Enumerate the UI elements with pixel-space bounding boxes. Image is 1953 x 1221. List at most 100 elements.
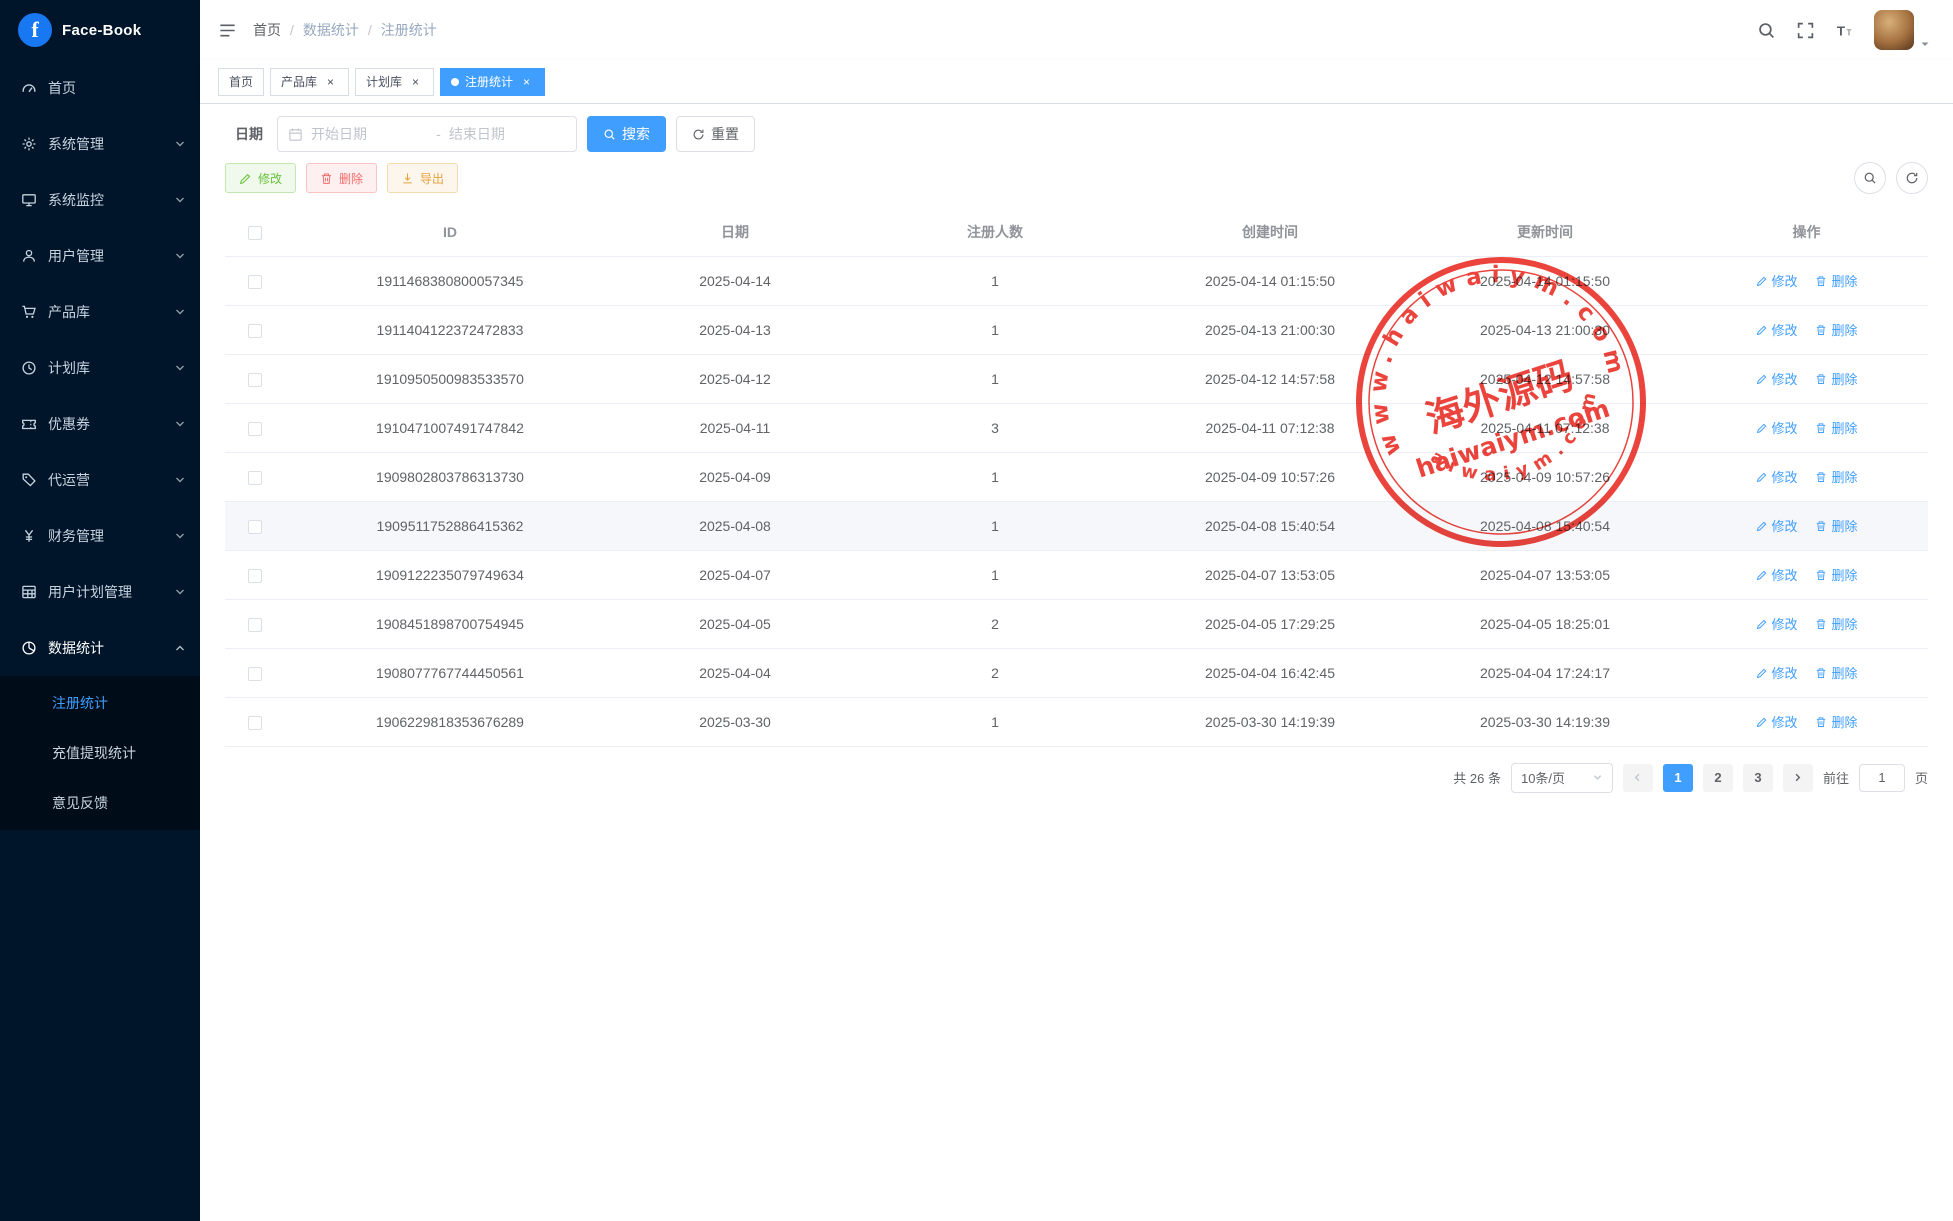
end-date-input[interactable]: [449, 126, 566, 142]
cell-created: 2025-04-05 17:29:25: [1135, 599, 1405, 648]
sidebar-item-data-statistics[interactable]: 数据统计: [0, 620, 200, 676]
row-delete-link[interactable]: 删除: [1815, 712, 1857, 731]
row-edit-label: 修改: [1772, 418, 1798, 437]
breadcrumb-section[interactable]: 数据统计: [303, 20, 359, 40]
row-edit-link[interactable]: 修改: [1756, 467, 1798, 486]
page-size-select[interactable]: 10条/页: [1511, 763, 1613, 793]
sidebar-item-label: 用户计划管理: [48, 582, 163, 602]
sidebar-item-user-management[interactable]: 用户管理: [0, 228, 200, 284]
row-delete-link[interactable]: 删除: [1815, 565, 1857, 584]
cell-date: 2025-04-12: [615, 354, 855, 403]
row-edit-link[interactable]: 修改: [1756, 369, 1798, 388]
sidebar-item-system-monitor[interactable]: 系统监控: [0, 172, 200, 228]
row-delete-link[interactable]: 删除: [1815, 369, 1857, 388]
search-button[interactable]: 搜索: [587, 116, 666, 152]
sidebar-subitem-feedback[interactable]: 意见反馈: [0, 778, 200, 828]
refresh-icon: [1905, 171, 1919, 185]
row-edit-link[interactable]: 修改: [1756, 663, 1798, 682]
row-checkbox[interactable]: [248, 471, 262, 485]
row-checkbox[interactable]: [248, 422, 262, 436]
row-checkbox[interactable]: [248, 618, 262, 632]
breadcrumb-separator: /: [368, 22, 372, 38]
table-header: ID 日期 注册人数 创建时间 更新时间 操作: [225, 208, 1928, 256]
row-edit-link[interactable]: 修改: [1756, 712, 1798, 731]
pagination-total: 共 26 条: [1453, 768, 1501, 787]
sidebar-item-user-plan-management[interactable]: 用户计划管理: [0, 564, 200, 620]
delete-button[interactable]: 删除: [306, 163, 377, 193]
sidebar-item-plan-library[interactable]: 计划库: [0, 340, 200, 396]
page-button-2[interactable]: 2: [1703, 764, 1733, 792]
table-header-row: ID 日期 注册人数 创建时间 更新时间 操作: [225, 208, 1928, 256]
reset-button[interactable]: 重置: [676, 116, 755, 152]
hamburger-menu-button[interactable]: [218, 21, 237, 40]
header-search-button[interactable]: [1757, 21, 1776, 40]
cell-select: [225, 305, 285, 354]
cell-select: [225, 452, 285, 501]
row-checkbox[interactable]: [248, 520, 262, 534]
row-edit-link[interactable]: 修改: [1756, 516, 1798, 535]
page-button-1[interactable]: 1: [1663, 764, 1693, 792]
row-checkbox[interactable]: [248, 373, 262, 387]
close-icon[interactable]: ×: [323, 74, 338, 89]
sidebar-item-agency-operation[interactable]: 代运营: [0, 452, 200, 508]
breadcrumb-home[interactable]: 首页: [253, 20, 281, 40]
cell-count: 1: [855, 354, 1135, 403]
sidebar-item-coupons[interactable]: 优惠券: [0, 396, 200, 452]
user-menu[interactable]: [1874, 10, 1931, 50]
sidebar-item-label: 系统管理: [48, 134, 163, 154]
next-page-button[interactable]: [1783, 764, 1813, 792]
sidebar-item-home[interactable]: 首页: [0, 60, 200, 116]
sidebar-subitem-registration-stats[interactable]: 注册统计: [0, 678, 200, 728]
row-checkbox[interactable]: [248, 569, 262, 583]
header-actions: [1757, 10, 1931, 50]
prev-page-button[interactable]: [1623, 764, 1653, 792]
cell-created: 2025-04-12 14:57:58: [1135, 354, 1405, 403]
row-checkbox[interactable]: [248, 275, 262, 289]
table-body: 1911468380800057345 2025-04-14 1 2025-04…: [225, 256, 1928, 746]
goto-page-input[interactable]: [1859, 764, 1905, 792]
row-delete-link[interactable]: 删除: [1815, 271, 1857, 290]
date-range-picker[interactable]: -: [277, 116, 577, 152]
row-delete-label: 删除: [1831, 418, 1857, 437]
sidebar-subitem-label: 意见反馈: [52, 793, 108, 813]
row-checkbox[interactable]: [248, 667, 262, 681]
start-date-input[interactable]: [311, 126, 428, 142]
row-delete-link[interactable]: 删除: [1815, 467, 1857, 486]
tab-registration-stats[interactable]: 注册统计 ×: [440, 68, 545, 96]
row-delete-link[interactable]: 删除: [1815, 516, 1857, 535]
sidebar-subitem-recharge-withdraw-stats[interactable]: 充值提现统计: [0, 728, 200, 778]
table-row: 1909511752886415362 2025-04-08 1 2025-04…: [225, 501, 1928, 550]
page-button-3[interactable]: 3: [1743, 764, 1773, 792]
row-checkbox[interactable]: [248, 324, 262, 338]
tab-home[interactable]: 首页: [218, 68, 264, 96]
goto-suffix: 页: [1915, 768, 1928, 787]
export-button[interactable]: 导出: [387, 163, 458, 193]
sidebar-item-product-library[interactable]: 产品库: [0, 284, 200, 340]
select-all-checkbox[interactable]: [248, 226, 262, 240]
font-size-button[interactable]: [1835, 21, 1854, 40]
row-delete-link[interactable]: 删除: [1815, 320, 1857, 339]
row-edit-link[interactable]: 修改: [1756, 271, 1798, 290]
row-delete-link[interactable]: 删除: [1815, 663, 1857, 682]
toggle-search-button[interactable]: [1854, 162, 1886, 194]
row-edit-link[interactable]: 修改: [1756, 320, 1798, 339]
close-icon[interactable]: ×: [519, 74, 534, 89]
edit-button[interactable]: 修改: [225, 163, 296, 193]
sidebar-item-finance-management[interactable]: 财务管理: [0, 508, 200, 564]
refresh-table-button[interactable]: [1896, 162, 1928, 194]
row-edit-link[interactable]: 修改: [1756, 418, 1798, 437]
hamburger-icon: [218, 21, 237, 40]
row-edit-link[interactable]: 修改: [1756, 565, 1798, 584]
row-checkbox[interactable]: [248, 716, 262, 730]
column-count: 注册人数: [855, 208, 1135, 256]
tab-plan-library[interactable]: 计划库 ×: [355, 68, 434, 96]
sidebar-item-system-management[interactable]: 系统管理: [0, 116, 200, 172]
tab-product-library[interactable]: 产品库 ×: [270, 68, 349, 96]
close-icon[interactable]: ×: [408, 74, 423, 89]
row-delete-link[interactable]: 删除: [1815, 614, 1857, 633]
fullscreen-button[interactable]: [1796, 21, 1815, 40]
cell-ops: 修改 删除: [1685, 550, 1928, 599]
avatar[interactable]: [1874, 10, 1914, 50]
row-delete-link[interactable]: 删除: [1815, 418, 1857, 437]
row-edit-link[interactable]: 修改: [1756, 614, 1798, 633]
